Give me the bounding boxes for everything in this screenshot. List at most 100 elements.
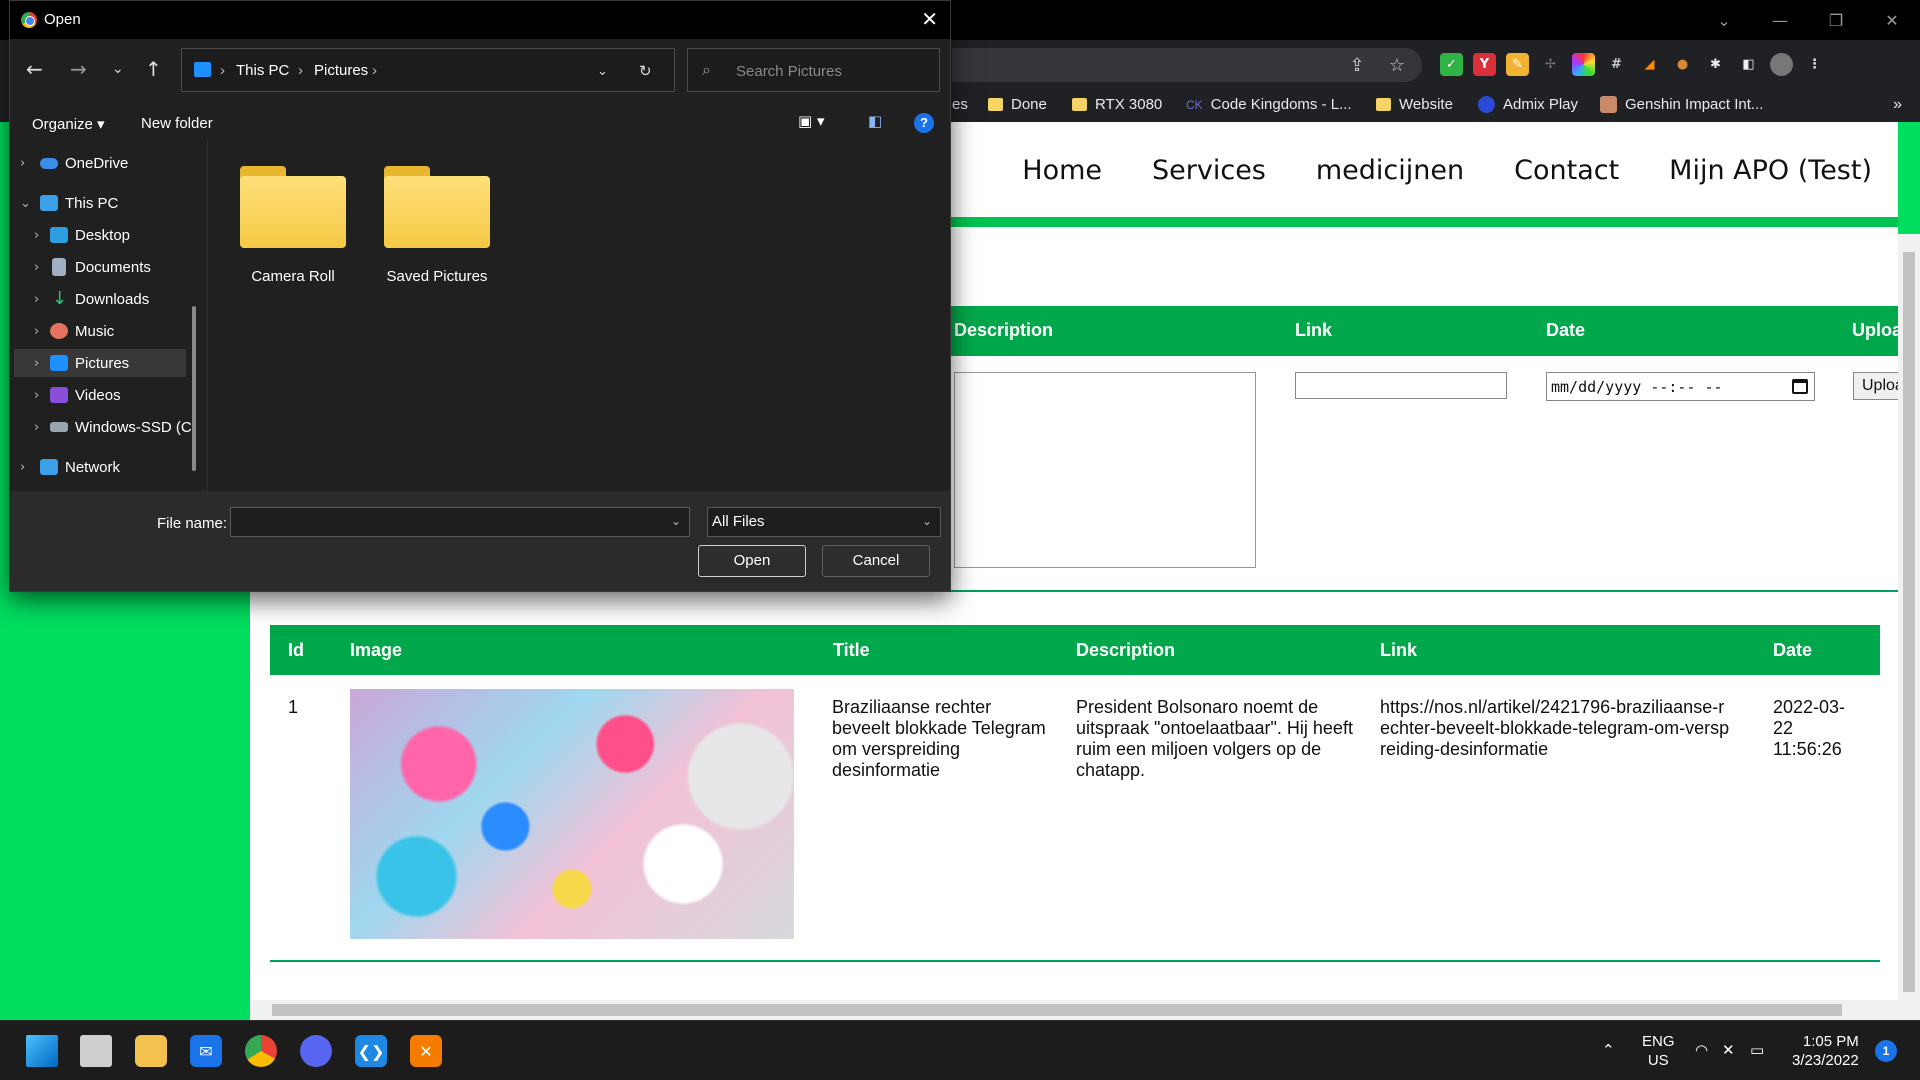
scroll-thumb[interactable] xyxy=(272,1004,1842,1016)
folder-camera-roll[interactable]: Camera Roll xyxy=(238,166,348,285)
bookmark-star-icon[interactable]: ☆ xyxy=(1386,54,1408,76)
tab-search-icon[interactable]: ⌄ xyxy=(1696,0,1752,40)
shield-extension-icon[interactable]: ✓ xyxy=(1440,53,1463,76)
folder-saved-pictures[interactable]: Saved Pictures xyxy=(382,166,492,285)
color-picker-extension-icon[interactable] xyxy=(1572,53,1595,76)
hash-extension-icon[interactable]: # xyxy=(1605,53,1628,76)
language-indicator[interactable]: ENG US xyxy=(1642,1032,1675,1070)
help-icon[interactable]: ? xyxy=(914,113,934,133)
nav-pane-scrollbar[interactable] xyxy=(192,306,196,471)
refresh-icon[interactable]: ↻ xyxy=(639,62,652,80)
note-extension-icon[interactable]: ✎ xyxy=(1506,53,1529,76)
more-bookmarks-button[interactable]: » xyxy=(1893,96,1902,114)
bookmark-item[interactable]: Admix Play xyxy=(1478,96,1578,113)
forward-icon[interactable]: → xyxy=(70,57,87,81)
task-view-icon[interactable] xyxy=(80,1035,112,1067)
sidebar-item-this-pc[interactable]: ⌄ This PC xyxy=(10,189,190,217)
path-dropdown-icon[interactable]: ⌄ xyxy=(597,64,608,79)
file-explorer-icon[interactable] xyxy=(135,1035,167,1067)
date-input[interactable]: mm/dd/yyyy --:-- -- xyxy=(1546,372,1815,401)
bookmark-item[interactable]: Website xyxy=(1376,96,1453,113)
chevron-right-icon[interactable]: › xyxy=(34,228,39,243)
sidebar-item-documents[interactable]: › Documents xyxy=(10,253,190,281)
dark-reader-extension-icon[interactable]: ◢ xyxy=(1638,53,1661,76)
windows-start-icon[interactable] xyxy=(26,1035,58,1067)
path-bar[interactable]: › This PC › Pictures › ⌄ ↻ xyxy=(181,48,675,92)
xampp-icon[interactable]: ✕ xyxy=(410,1035,442,1067)
chevron-right-icon[interactable]: › xyxy=(34,260,39,275)
organize-button[interactable]: Organize ▾ xyxy=(32,115,105,133)
close-button[interactable]: ✕ xyxy=(1864,0,1920,40)
nav-medicijnen[interactable]: medicijnen xyxy=(1316,155,1464,186)
sidebar-item-music[interactable]: › Music xyxy=(10,317,190,345)
bookmark-item[interactable]: es xyxy=(952,96,968,113)
file-type-select[interactable]: All Files ⌄ xyxy=(707,507,941,537)
description-textarea[interactable] xyxy=(954,372,1256,568)
menu-icon[interactable]: ⋮ xyxy=(1803,53,1826,76)
open-button[interactable]: Open xyxy=(698,545,806,577)
nav-services[interactable]: Services xyxy=(1152,155,1266,186)
restore-button[interactable]: ❐ xyxy=(1808,0,1864,40)
vscode-icon[interactable]: ❮❯ xyxy=(355,1035,387,1067)
file-name-input[interactable]: ⌄ xyxy=(230,507,690,537)
tray-chevron-icon[interactable]: ⌃ xyxy=(1602,1041,1615,1059)
sidebar-item-windows-ssd[interactable]: › Windows-SSD (C xyxy=(10,413,192,441)
bookmark-item[interactable]: CK Code Kingdoms - L... xyxy=(1186,96,1352,113)
puzzle-extensions-icon[interactable]: ✱ xyxy=(1704,53,1727,76)
bookmark-item[interactable]: RTX 3080 xyxy=(1072,96,1162,113)
chevron-right-icon[interactable]: › xyxy=(34,356,39,371)
nav-mijn-apo[interactable]: Mijn APO (Test) xyxy=(1669,155,1872,186)
y-extension-icon[interactable]: Y xyxy=(1473,53,1496,76)
scroll-thumb[interactable] xyxy=(1903,252,1915,992)
horizontal-scrollbar[interactable] xyxy=(250,1000,1898,1020)
chevron-down-icon[interactable]: ⌄ xyxy=(671,514,681,528)
up-icon[interactable]: ↑ xyxy=(145,57,162,81)
preview-pane-icon[interactable]: ◧ xyxy=(868,112,882,130)
link-input[interactable] xyxy=(1295,372,1507,399)
battery-icon[interactable]: ▭ xyxy=(1750,1041,1764,1059)
wifi-icon[interactable]: ◠ xyxy=(1695,1041,1708,1059)
sidebar-item-videos[interactable]: › Videos xyxy=(10,381,190,409)
sidebar-item-network[interactable]: › Network xyxy=(10,453,190,481)
calendar-icon[interactable] xyxy=(1792,379,1808,394)
chevron-right-icon[interactable]: › xyxy=(34,388,39,403)
cell-title: Braziliaanse rechter beveelt blokkade Te… xyxy=(832,697,1046,780)
mail-icon[interactable]: ✉ xyxy=(190,1035,222,1067)
volume-muted-icon[interactable]: ✕ xyxy=(1722,1041,1735,1059)
chevron-right-icon[interactable]: › xyxy=(34,292,39,307)
new-folder-button[interactable]: New folder xyxy=(141,115,213,132)
cookie-extension-icon[interactable]: ● xyxy=(1671,53,1694,76)
share-icon[interactable]: ⇪ xyxy=(1346,54,1368,76)
back-icon[interactable]: ← xyxy=(26,57,43,81)
clock[interactable]: 1:05 PM 3/23/2022 xyxy=(1792,1032,1859,1070)
nav-home[interactable]: Home xyxy=(1022,155,1102,186)
side-panel-icon[interactable]: ◧ xyxy=(1737,53,1760,76)
view-options-icon[interactable]: ▣ ▾ xyxy=(798,112,824,130)
breadcrumb-pictures[interactable]: Pictures xyxy=(314,62,368,79)
chevron-right-icon[interactable]: › xyxy=(34,324,39,339)
sidebar-item-downloads[interactable]: › ↓ Downloads xyxy=(10,285,190,313)
chevron-right-icon[interactable]: › xyxy=(20,156,25,171)
chevron-right-icon[interactable]: › xyxy=(20,460,25,475)
sidebar-item-desktop[interactable]: › Desktop xyxy=(10,221,190,249)
bookmark-item[interactable]: Done xyxy=(988,96,1047,113)
search-input[interactable]: ⌕ Search Pictures xyxy=(687,48,940,92)
notification-badge[interactable]: 1 xyxy=(1875,1040,1897,1062)
sidebar-item-onedrive[interactable]: › OneDrive xyxy=(10,149,190,177)
vertical-scrollbar[interactable] xyxy=(1898,234,1920,1080)
chevron-down-icon[interactable]: ⌄ xyxy=(20,196,31,211)
dialog-close-icon[interactable]: ✕ xyxy=(921,7,938,31)
discord-icon[interactable] xyxy=(300,1035,332,1067)
minimize-button[interactable]: — xyxy=(1752,0,1808,40)
sidebar-item-pictures[interactable]: › Pictures xyxy=(14,349,186,377)
profile-avatar-icon[interactable] xyxy=(1770,53,1793,76)
cross-extension-icon[interactable]: ✢ xyxy=(1539,53,1562,76)
breadcrumb-this-pc[interactable]: This PC xyxy=(236,62,289,79)
chrome-taskbar-icon[interactable] xyxy=(245,1035,277,1067)
bookmark-item[interactable]: Genshin Impact Int... xyxy=(1600,96,1763,113)
recent-chevron-icon[interactable]: ⌄ xyxy=(112,61,124,77)
cancel-button[interactable]: Cancel xyxy=(822,545,930,577)
nav-contact[interactable]: Contact xyxy=(1514,155,1619,186)
chevron-right-icon[interactable]: › xyxy=(34,420,39,435)
bookmark-label: Website xyxy=(1399,96,1453,113)
